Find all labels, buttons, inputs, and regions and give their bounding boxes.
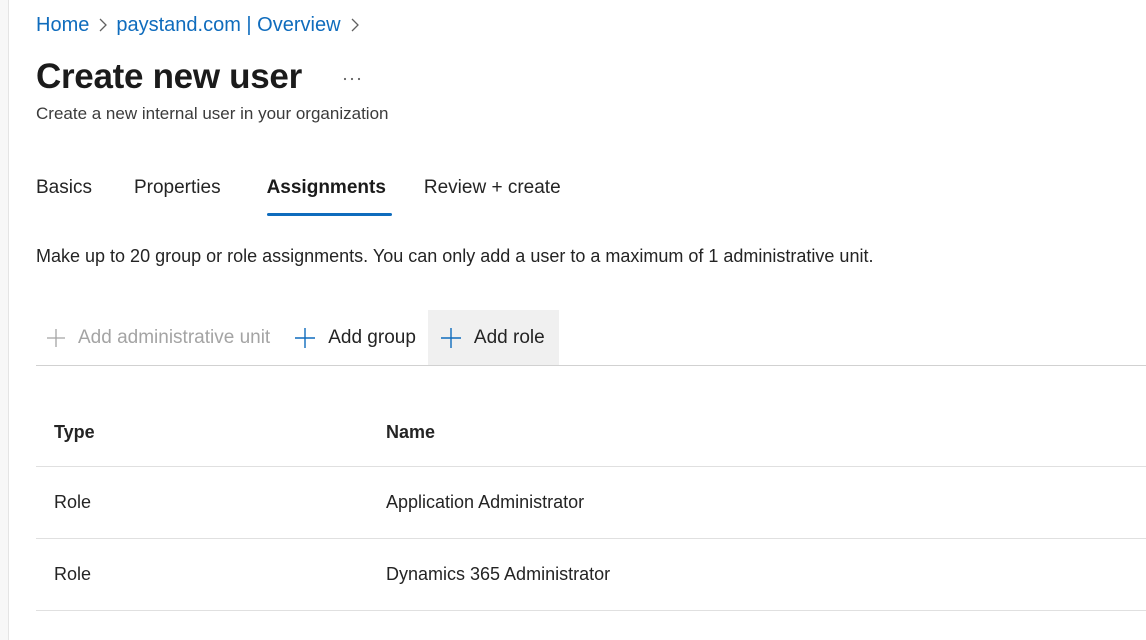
tab-basics[interactable]: Basics [36, 172, 92, 216]
more-options-button[interactable] [338, 65, 366, 93]
plus-icon [46, 328, 66, 348]
add-administrative-unit-button[interactable]: Add administrative unit [36, 310, 288, 366]
wizard-tabs: Basics Properties Assignments Review + c… [36, 172, 561, 216]
tab-properties[interactable]: Properties [134, 172, 221, 216]
cell-name: Dynamics 365 Administrator [386, 564, 611, 584]
page-title: Create new user [36, 57, 302, 96]
table-row[interactable]: Role Dynamics 365 Administrator [36, 539, 1146, 611]
page-subtitle: Create a new internal user in your organ… [36, 104, 389, 123]
column-header-type: Type [54, 421, 95, 442]
breadcrumb-home-link[interactable]: Home [36, 12, 89, 38]
tab-review-create[interactable]: Review + create [424, 172, 561, 216]
title-row: Create new user [36, 56, 366, 98]
add-administrative-unit-label: Add administrative unit [78, 327, 271, 348]
add-group-button[interactable]: Add group [288, 310, 428, 366]
more-horizontal-icon [343, 77, 361, 81]
assignments-info-text: Make up to 20 group or role assignments.… [36, 246, 874, 266]
chevron-right-icon [98, 17, 108, 33]
add-role-button[interactable]: Add role [427, 310, 559, 366]
table-row[interactable]: Role Application Administrator [36, 467, 1146, 539]
breadcrumb-overview-link[interactable]: paystand.com | Overview [116, 12, 340, 38]
tab-assignments[interactable]: Assignments [266, 172, 393, 216]
add-group-label: Add group [328, 327, 416, 348]
assignments-toolbar: Add administrative unit Add group Add ro… [36, 310, 1146, 366]
breadcrumb: Home paystand.com | Overview [36, 12, 368, 38]
cell-name: Application Administrator [386, 492, 585, 512]
cell-type: Role [54, 492, 92, 512]
cell-type: Role [54, 564, 92, 584]
plus-icon [294, 327, 316, 349]
plus-icon [440, 327, 462, 349]
assignments-table: Type Name Role Application Administrator… [36, 398, 1146, 611]
table-header-row: Type Name [36, 398, 1146, 467]
toolbar-divider [36, 365, 1146, 366]
left-panel-edge [0, 0, 9, 640]
column-header-name: Name [386, 421, 436, 442]
add-role-label: Add role [473, 327, 545, 348]
chevron-right-icon [350, 17, 360, 33]
